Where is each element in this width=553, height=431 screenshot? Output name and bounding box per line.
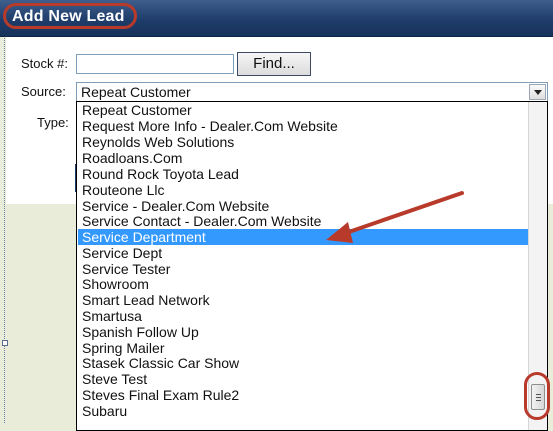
annotation-arrow xyxy=(326,191,464,243)
